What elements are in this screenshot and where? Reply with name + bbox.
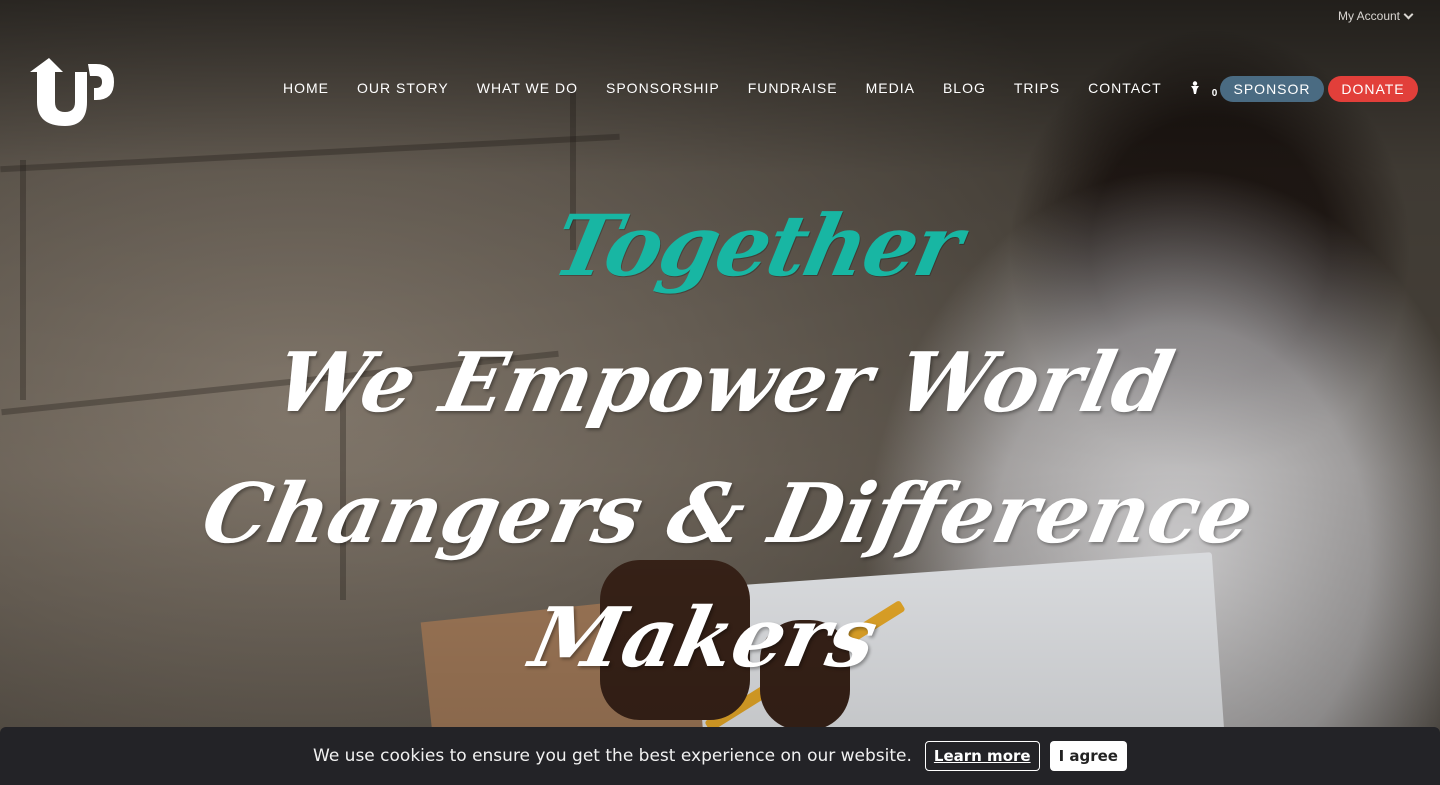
agree-button[interactable]: I agree (1049, 741, 1127, 771)
cookie-bar: We use cookies to ensure you get the bes… (0, 727, 1440, 785)
learn-more-button[interactable]: Learn more (924, 741, 1040, 771)
hero-line-1: We Empower World (266, 335, 1182, 431)
cookie-message: We use cookies to ensure you get the bes… (313, 746, 912, 766)
hero-line-3: Makers (522, 590, 886, 686)
hero-headline: Together We Empower World Changers & Dif… (0, 0, 1440, 785)
hero-line-2: Changers & Difference (194, 466, 1262, 562)
hero-accent-word: Together (545, 196, 970, 295)
